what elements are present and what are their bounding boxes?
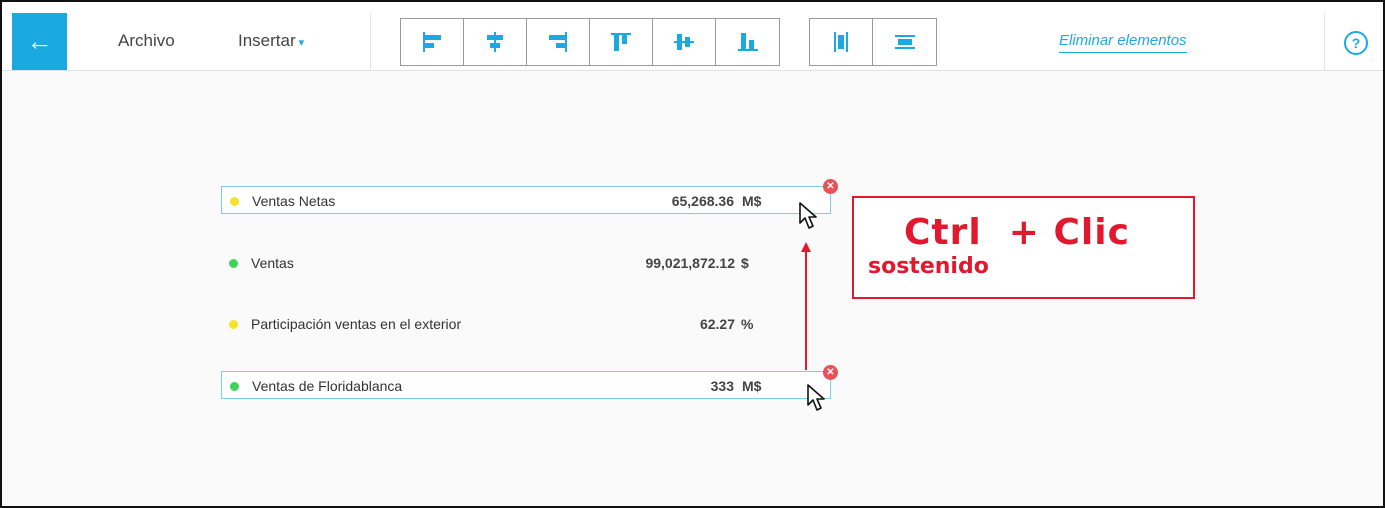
kpi-value: 65,268.36	[671, 193, 734, 209]
status-dot	[230, 382, 239, 391]
remove-icon[interactable]: ✕	[823, 179, 838, 194]
distribute-vertical-button[interactable]	[873, 19, 936, 65]
status-dot	[230, 197, 239, 206]
align-center-horizontal-icon	[487, 32, 503, 52]
align-top-icon	[611, 33, 631, 51]
align-right-icon	[549, 32, 567, 52]
mouse-cursor-icon	[807, 384, 825, 411]
distribute-horizontal-button[interactable]	[810, 19, 873, 65]
align-right-button[interactable]	[527, 19, 590, 65]
distribute-button-group	[809, 18, 937, 66]
menu-insertar-label: Insertar	[238, 31, 296, 50]
align-middle-button[interactable]	[653, 19, 716, 65]
remove-icon[interactable]: ✕	[823, 365, 838, 380]
callout-main-text: Ctrl + Clic	[904, 212, 1130, 253]
mouse-cursor-icon	[799, 202, 817, 229]
toolbar: ← Archivo Insertar ▾ Eliminar elementos …	[2, 2, 1383, 71]
kpi-label: Ventas de Floridablanca	[252, 378, 403, 394]
kpi-unit: %	[741, 316, 754, 332]
kpi-unit: M$	[742, 193, 762, 209]
kpi-value: 99,021,872.12	[645, 255, 735, 271]
align-top-button[interactable]	[590, 19, 653, 65]
divider	[370, 13, 371, 70]
callout-sub-text: sostenido	[868, 254, 989, 279]
kpi-unit: $	[741, 255, 749, 271]
kpi-row[interactable]: Ventas 99,021,872.12 $	[221, 249, 831, 277]
menu-archivo-label: Archivo	[118, 31, 175, 50]
kpi-value: 333	[710, 378, 734, 394]
kpi-label: Participación ventas en el exterior	[251, 316, 462, 332]
status-dot	[229, 259, 238, 268]
kpi-row[interactable]: Ventas Netas 65,268.36 M$	[221, 186, 831, 214]
back-arrow-icon: ←	[26, 26, 53, 56]
kpi-row[interactable]: Ventas de Floridablanca 333 M$	[221, 371, 831, 399]
kpi-unit: M$	[742, 378, 762, 394]
chevron-down-icon: ▾	[298, 37, 305, 49]
align-middle-icon	[674, 34, 694, 50]
align-button-group	[400, 18, 780, 66]
align-left-icon	[423, 32, 441, 52]
back-button[interactable]: ←	[12, 13, 67, 70]
kpi-row[interactable]: Participación ventas en el exterior 62.2…	[221, 310, 831, 338]
instruction-callout: Ctrl + Clic sostenido	[852, 196, 1195, 299]
align-bottom-button[interactable]	[716, 19, 779, 65]
kpi-label: Ventas	[251, 255, 294, 271]
status-dot	[229, 320, 238, 329]
kpi-value: 62.27	[699, 316, 735, 332]
eliminar-elementos-link[interactable]: Eliminar elementos	[1059, 32, 1187, 53]
arrow-up-icon	[801, 242, 811, 370]
align-center-h-button[interactable]	[464, 19, 527, 65]
divider	[1324, 13, 1325, 70]
help-icon[interactable]: ?	[1344, 31, 1368, 55]
menu-archivo[interactable]: Archivo	[118, 31, 175, 51]
align-bottom-icon	[737, 33, 758, 51]
distribute-horizontal-icon	[834, 32, 848, 52]
kpi-label: Ventas Netas	[252, 193, 336, 209]
distribute-vertical-icon	[894, 35, 915, 49]
menu-insertar[interactable]: Insertar ▾	[238, 31, 304, 51]
align-left-button[interactable]	[401, 19, 464, 65]
